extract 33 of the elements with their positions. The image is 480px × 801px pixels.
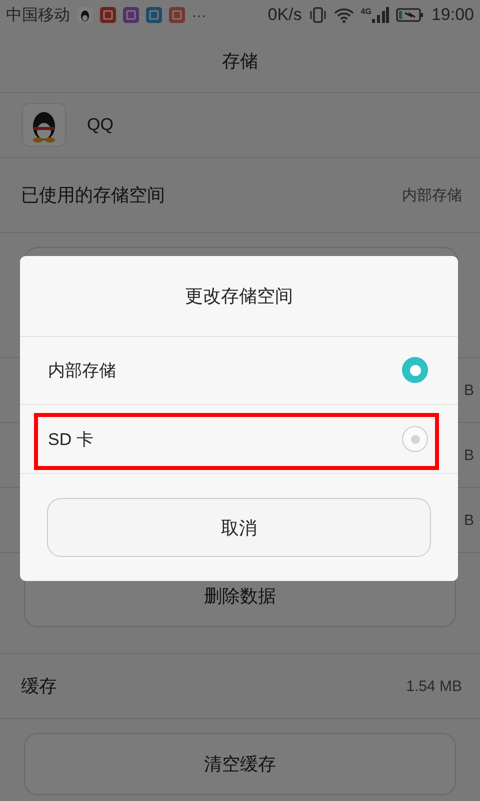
app-notification-icon [123,7,139,23]
battery-charging-icon [396,7,424,23]
network-type: 4G [360,7,372,16]
carrier-name: 中国移动 [6,6,70,26]
wifi-icon [334,7,354,23]
row-label: 缓存 [21,675,57,698]
row-value: B [464,512,474,528]
clear-cache-button[interactable]: 清空缓存 [24,733,456,795]
app-name: QQ [87,115,114,135]
row-value: 内部存储 [402,186,462,204]
app-notification-icon [146,7,162,23]
clock-time: 19:00 [431,5,474,25]
radio-button[interactable] [402,426,428,452]
row-value: B [464,382,474,398]
vibrate-icon [308,7,327,23]
row-label: 已使用的存储空间 [21,184,165,207]
app-notification-icon [100,7,116,23]
more-notifications: ··· [192,7,206,23]
option-row[interactable]: SD 卡 [20,405,458,474]
dialog-title: 更改存储空间 [185,284,293,308]
row-value: 1.54 MB [406,678,462,694]
page-title: 存储 [222,50,258,73]
option-row[interactable]: 内部存储 [20,336,458,406]
signal-icon [371,7,390,23]
app-icon [22,103,66,147]
network-speed: 0K/s [268,5,302,25]
app-notification-icon [169,7,185,23]
option-label: 内部存储 [48,360,116,382]
row-value: B [464,446,474,464]
option-label: SD 卡 [48,428,94,451]
radio-button[interactable] [402,357,428,384]
cancel-button[interactable]: 取消 [47,498,431,557]
app-notification-icon [77,7,93,23]
